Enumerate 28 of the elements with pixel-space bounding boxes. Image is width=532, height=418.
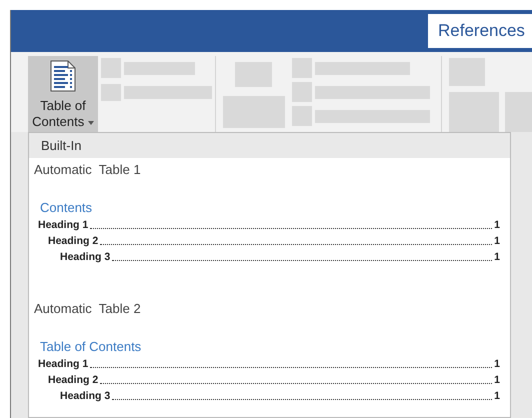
toc-title: Contents xyxy=(39,198,94,216)
placeholder-block xyxy=(505,92,532,132)
toc-template-option[interactable]: Automatic Table 2 Table of Contents Heading 1 1 Heading 2 1 Heading 3 1 xyxy=(29,273,510,412)
toc-entry: Heading 2 1 xyxy=(47,234,501,249)
toc-entry: Heading 3 1 xyxy=(59,250,501,265)
table-of-contents-button[interactable]: Table of Contents xyxy=(28,56,98,132)
placeholder-block xyxy=(101,58,121,78)
placeholder-block xyxy=(292,82,312,102)
placeholder-block xyxy=(292,58,312,78)
template-title: Automatic Table 1 xyxy=(33,161,142,179)
placeholder-block xyxy=(292,106,312,126)
template-title: Automatic Table 2 xyxy=(33,300,142,318)
toc-entry: Heading 2 1 xyxy=(47,373,501,388)
placeholder-block xyxy=(101,84,121,101)
placeholder-block xyxy=(449,92,499,132)
document-icon xyxy=(50,60,76,92)
toc-entry: Heading 1 1 xyxy=(37,218,501,233)
placeholder-block xyxy=(449,58,485,86)
toc-title: Table of Contents xyxy=(39,338,142,356)
section-header: Built-In xyxy=(29,133,510,158)
placeholder-block xyxy=(223,96,285,128)
placeholder-block xyxy=(235,62,272,87)
ribbon-tab[interactable]: References xyxy=(428,14,532,48)
toc-entry: Heading 1 1 xyxy=(37,357,501,372)
caret-icon xyxy=(88,120,94,125)
toc-entry: Heading 3 1 xyxy=(59,389,501,404)
toc-template-option[interactable]: Automatic Table 1 Contents Heading 1 1 Heading 2 1 Heading 3 1 xyxy=(29,158,510,273)
placeholder-block xyxy=(124,62,195,75)
